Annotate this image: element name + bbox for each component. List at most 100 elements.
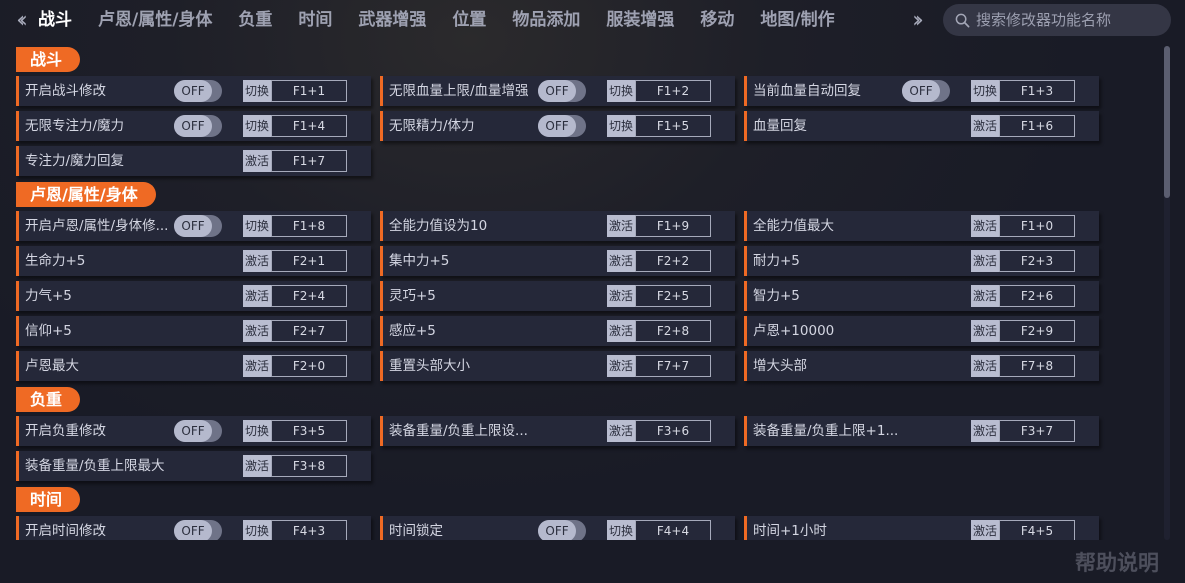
toggle-switch[interactable]: OFF — [902, 80, 950, 102]
activate-button[interactable]: 激活 — [607, 355, 635, 377]
activate-button[interactable]: 激活 — [971, 420, 999, 442]
tab-item[interactable]: 物品添加 — [512, 0, 580, 42]
toggle-switch[interactable]: OFF — [174, 115, 222, 137]
section-grid: 开启卢恩/属性/身体修... OFF 切换 F1+8 全能力值设为10 激活 F1+9 全能力… — [16, 211, 1156, 381]
activate-button[interactable]: 激活 — [243, 455, 271, 477]
hotkey-field[interactable]: F1+5 — [635, 115, 711, 137]
toggle-state: OFF — [174, 215, 212, 237]
tab-item[interactable]: 武器增强 — [358, 0, 426, 42]
search-input[interactable] — [976, 11, 1156, 29]
hotkey-field[interactable]: F1+8 — [271, 215, 347, 237]
scrollbar-thumb[interactable] — [1164, 46, 1170, 198]
activate-button[interactable]: 激活 — [607, 420, 635, 442]
tab-item[interactable]: 负重 — [238, 0, 272, 42]
toggle-switch[interactable]: OFF — [538, 80, 586, 102]
hotkey-field[interactable]: F2+3 — [999, 250, 1075, 272]
section-title: 卢恩/属性/身体 — [16, 182, 156, 207]
hotkey-field[interactable]: F1+4 — [271, 115, 347, 137]
hotkey-field[interactable]: F3+7 — [999, 420, 1075, 442]
cheat-row: 无限专注力/魔力 OFF 切换 F1+4 — [16, 111, 371, 141]
tab-item[interactable]: 战斗 — [38, 0, 72, 42]
activate-button[interactable]: 激活 — [607, 250, 635, 272]
hotkey-field[interactable]: F1+9 — [635, 215, 711, 237]
hotkey-field[interactable]: F1+0 — [999, 215, 1075, 237]
activate-button[interactable]: 激活 — [971, 320, 999, 342]
activate-button[interactable]: 激活 — [607, 215, 635, 237]
toggle-action-button[interactable]: 切换 — [607, 115, 635, 137]
hotkey-field[interactable]: F1+2 — [635, 80, 711, 102]
section-grid: 开启时间修改 OFF 切换 F4+3 时间锁定 OFF 切换 F4+4 时间+1小时 激活 F4+5 — [16, 516, 1156, 540]
activate-button[interactable]: 激活 — [971, 520, 999, 540]
cheat-label: 无限血量上限/血量增强 — [389, 83, 529, 99]
section-grid: 开启负重修改 OFF 切换 F3+5 装备重量/负重上限设... 激活 F3+6 装备重量/负… — [16, 416, 1156, 481]
hotkey-field[interactable]: F1+1 — [271, 80, 347, 102]
activate-button[interactable]: 激活 — [243, 250, 271, 272]
hotkey-field[interactable]: F4+5 — [999, 520, 1075, 540]
cheat-label: 装备重量/负重上限设... — [389, 423, 528, 439]
tab-item[interactable]: 服装增强 — [606, 0, 674, 42]
toggle-action-button[interactable]: 切换 — [607, 520, 635, 540]
hotkey-field[interactable]: F2+4 — [271, 285, 347, 307]
activate-button[interactable]: 激活 — [971, 355, 999, 377]
tab-item[interactable]: 卢恩/属性/身体 — [98, 0, 212, 42]
double-chevron-left-icon[interactable]: ‹‹ — [6, 4, 32, 36]
activate-button[interactable]: 激活 — [971, 250, 999, 272]
hotkey-field[interactable]: F2+2 — [635, 250, 711, 272]
cheat-row: 增大头部 激活 F7+8 — [744, 351, 1099, 381]
activate-button[interactable]: 激活 — [607, 320, 635, 342]
tab-item[interactable]: 移动 — [700, 0, 734, 42]
hotkey-field[interactable]: F7+8 — [999, 355, 1075, 377]
hotkey-field[interactable]: F7+7 — [635, 355, 711, 377]
help-button[interactable]: 帮助说明 — [1075, 547, 1159, 577]
hotkey-field[interactable]: F2+0 — [271, 355, 347, 377]
activate-button[interactable]: 激活 — [243, 150, 271, 172]
activate-button[interactable]: 激活 — [243, 320, 271, 342]
activate-button[interactable]: 激活 — [971, 285, 999, 307]
hotkey-field[interactable]: F2+9 — [999, 320, 1075, 342]
toggle-action-button[interactable]: 切换 — [243, 420, 271, 442]
hotkey-field[interactable]: F3+6 — [635, 420, 711, 442]
hotkey-field[interactable]: F4+4 — [635, 520, 711, 540]
toggle-action-button[interactable]: 切换 — [243, 215, 271, 237]
activate-button[interactable]: 激活 — [243, 355, 271, 377]
scrollbar[interactable] — [1164, 46, 1170, 540]
toggle-switch[interactable]: OFF — [538, 115, 586, 137]
cheat-row: 集中力+5 激活 F2+2 — [380, 246, 735, 276]
activate-button[interactable]: 激活 — [971, 215, 999, 237]
tab-item[interactable]: 时间 — [298, 0, 332, 42]
toggle-action-button[interactable]: 切换 — [243, 520, 271, 540]
toggle-switch[interactable]: OFF — [538, 520, 586, 540]
hotkey-field[interactable]: F1+7 — [271, 150, 347, 172]
toggle-action-button[interactable]: 切换 — [243, 115, 271, 137]
section-header: 负重 — [16, 386, 1156, 413]
hotkey-field[interactable]: F3+8 — [271, 455, 347, 477]
cheat-list[interactable]: 战斗 开启战斗修改 OFF 切换 F1+1 无限血量上限/血量增强 OFF 切换 F1+2 当前血… — [16, 46, 1156, 540]
hotkey-field[interactable]: F2+1 — [271, 250, 347, 272]
toggle-action-button[interactable]: 切换 — [243, 80, 271, 102]
hotkey-field[interactable]: F1+6 — [999, 115, 1075, 137]
hotkey-field[interactable]: F2+5 — [635, 285, 711, 307]
double-chevron-right-icon[interactable]: ›› — [902, 4, 928, 36]
cheat-label: 专注力/魔力回复 — [25, 153, 125, 169]
tab-item[interactable]: 位置 — [452, 0, 486, 42]
cheat-label: 集中力+5 — [389, 253, 450, 269]
toggle-switch[interactable]: OFF — [174, 215, 222, 237]
hotkey-field[interactable]: F3+5 — [271, 420, 347, 442]
activate-button[interactable]: 激活 — [971, 115, 999, 137]
cheat-row: 开启卢恩/属性/身体修... OFF 切换 F1+8 — [16, 211, 371, 241]
toggle-switch[interactable]: OFF — [174, 80, 222, 102]
activate-button[interactable]: 激活 — [243, 285, 271, 307]
search-box[interactable] — [943, 4, 1171, 36]
cheat-label: 血量回复 — [753, 118, 807, 134]
hotkey-field[interactable]: F2+6 — [999, 285, 1075, 307]
activate-button[interactable]: 激活 — [607, 285, 635, 307]
hotkey-field[interactable]: F4+3 — [271, 520, 347, 540]
hotkey-field[interactable]: F2+8 — [635, 320, 711, 342]
toggle-action-button[interactable]: 切换 — [971, 80, 999, 102]
toggle-switch[interactable]: OFF — [174, 520, 222, 540]
toggle-action-button[interactable]: 切换 — [607, 80, 635, 102]
hotkey-field[interactable]: F2+7 — [271, 320, 347, 342]
hotkey-field[interactable]: F1+3 — [999, 80, 1075, 102]
tab-item[interactable]: 地图/制作 — [760, 0, 834, 42]
toggle-switch[interactable]: OFF — [174, 420, 222, 442]
